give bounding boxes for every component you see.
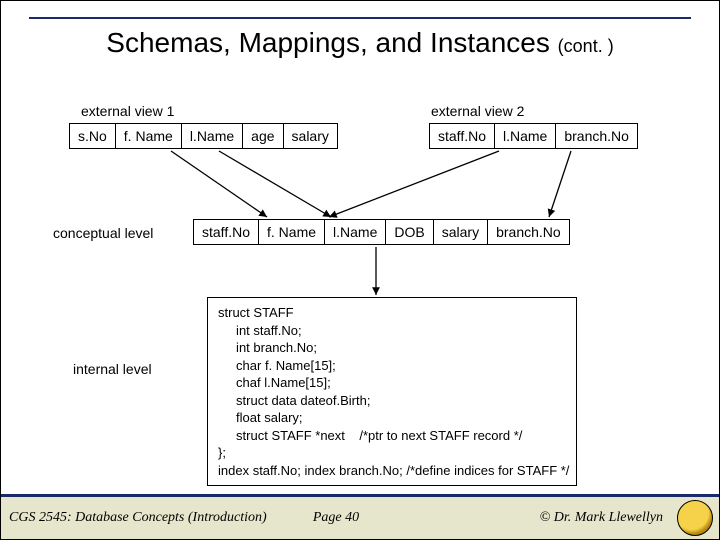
footer-page: Page 40 [293, 510, 379, 526]
col-fname: f. Name [259, 220, 325, 245]
external-view-2-table: staff.No l.Name branch.No [429, 123, 638, 149]
label-internal-level: internal level [73, 361, 152, 377]
top-rule [29, 17, 691, 19]
conceptual-table: staff.No f. Name l.Name DOB salary branc… [193, 219, 570, 245]
table-row: staff.No f. Name l.Name DOB salary branc… [194, 220, 570, 245]
col-lname: l.Name [325, 220, 386, 245]
col-staffno: staff.No [430, 124, 495, 149]
ucf-logo-icon [677, 500, 713, 536]
title-main: Schemas, Mappings, and Instances [106, 27, 550, 58]
external-view-1-table: s.No f. Name l.Name age salary [69, 123, 338, 149]
table-row: s.No f. Name l.Name age salary [70, 124, 338, 149]
col-branchno: branch.No [488, 220, 570, 245]
col-lname: l.Name [181, 124, 242, 149]
title-cont: (cont. ) [558, 36, 614, 56]
col-sno: s.No [70, 124, 116, 149]
col-age: age [243, 124, 283, 149]
table-row: staff.No l.Name branch.No [430, 124, 638, 149]
col-branchno: branch.No [556, 124, 638, 149]
footer: CGS 2545: Database Concepts (Introductio… [1, 497, 719, 539]
col-salary: salary [433, 220, 487, 245]
col-fname: f. Name [115, 124, 181, 149]
label-external-view-2: external view 2 [431, 103, 524, 119]
slide: Schemas, Mappings, and Instances (cont. … [0, 0, 720, 540]
col-lname: l.Name [495, 124, 556, 149]
col-dob: DOB [386, 220, 433, 245]
label-conceptual-level: conceptual level [53, 225, 153, 241]
footer-left: CGS 2545: Database Concepts (Introductio… [1, 510, 293, 526]
label-external-view-1: external view 1 [81, 103, 174, 119]
footer-right: © Dr. Mark Llewellyn [379, 510, 719, 526]
page-title: Schemas, Mappings, and Instances (cont. … [1, 27, 719, 59]
col-staffno: staff.No [194, 220, 259, 245]
col-salary: salary [283, 124, 337, 149]
internal-struct-code: struct STAFF int staff.No; int branch.No… [207, 297, 577, 486]
